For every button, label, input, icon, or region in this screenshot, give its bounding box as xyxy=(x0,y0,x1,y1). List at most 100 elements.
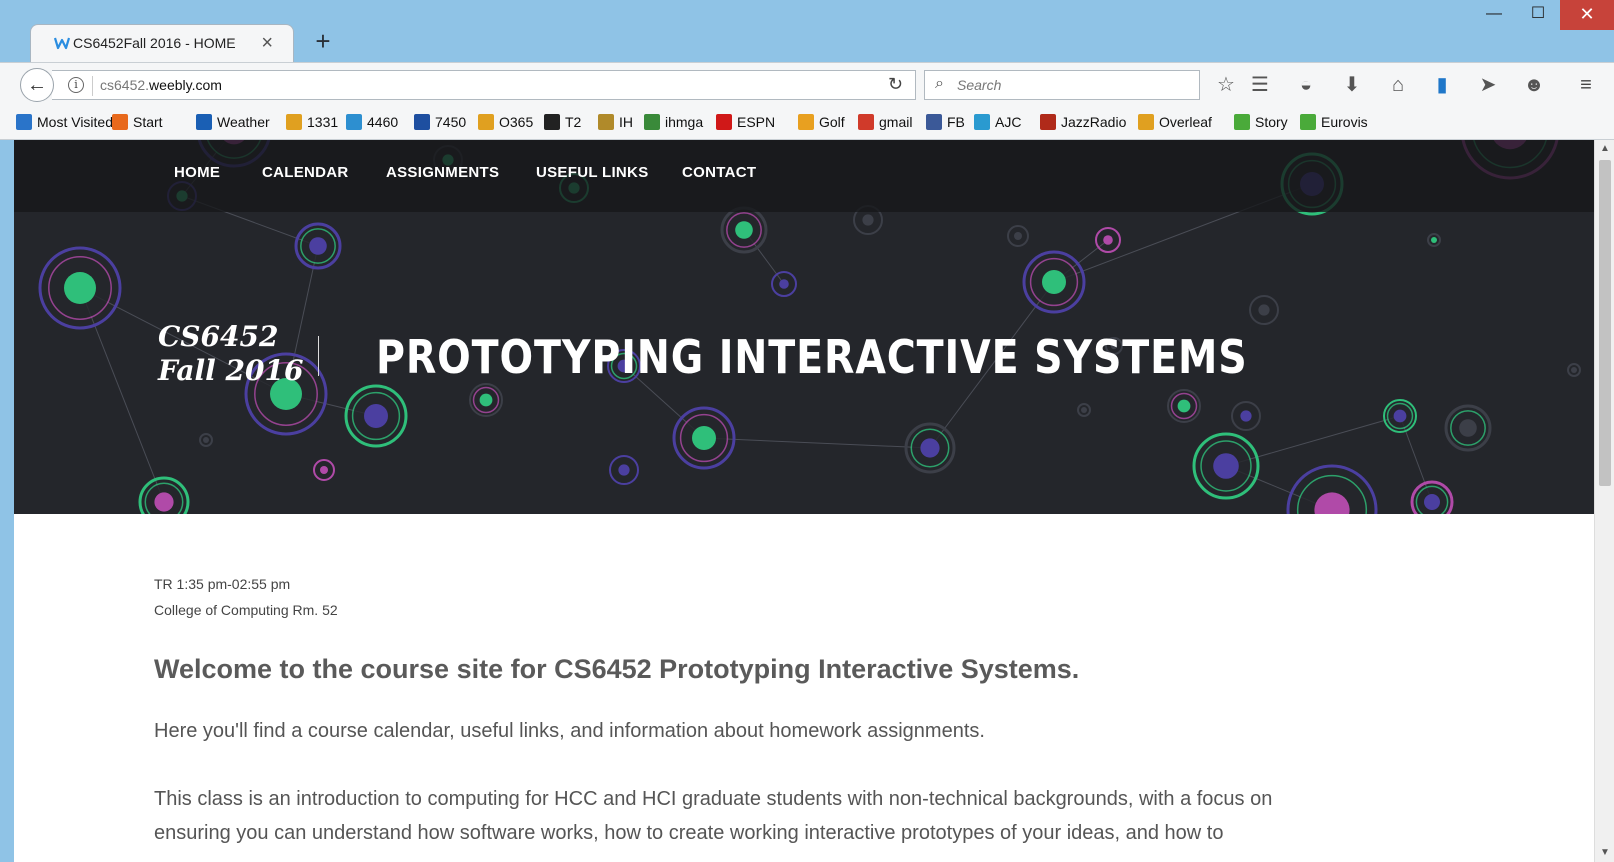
minimize-button[interactable]: — xyxy=(1472,0,1516,30)
bookmark-favicon-icon xyxy=(1040,114,1056,130)
bookmark-gmail[interactable]: gmail xyxy=(858,114,912,134)
back-arrow-icon: ← xyxy=(27,74,47,96)
reader-list-icon[interactable]: ☰ xyxy=(1246,71,1274,99)
window-frame xyxy=(0,140,14,862)
bookmark-story[interactable]: Story xyxy=(1234,114,1288,134)
bookmark-ih[interactable]: IH xyxy=(598,114,633,134)
bookmark-favicon-icon xyxy=(112,114,128,130)
network-node xyxy=(344,384,408,448)
site-info-icon[interactable]: i xyxy=(68,77,84,93)
bookmark-star-icon[interactable]: ☆ xyxy=(1212,71,1240,99)
bookmark-label: Story xyxy=(1255,114,1288,130)
nav-calendar[interactable]: CALENDAR xyxy=(262,164,349,181)
site-navigation: HOME CALENDAR ASSIGNMENTS USEFUL LINKS C… xyxy=(14,140,1594,212)
bookmark-o365[interactable]: O365 xyxy=(478,114,533,134)
logo-divider xyxy=(318,336,319,376)
welcome-heading: Welcome to the course site for CS6452 Pr… xyxy=(154,654,1080,684)
bookmark-label: O365 xyxy=(499,114,534,130)
bookmark-7450[interactable]: 7450 xyxy=(414,114,466,134)
navigation-toolbar: i cs6452.weebly.com ↻ ← ⌕ Search ☆ ☰ ◒ ⬇… xyxy=(0,62,1614,106)
home-icon[interactable]: ⌂ xyxy=(1384,71,1412,99)
bookmark-start[interactable]: Start xyxy=(112,114,163,134)
bookmark-overleaf[interactable]: Overleaf xyxy=(1138,114,1212,134)
send-icon[interactable]: ➤ xyxy=(1474,71,1502,99)
nav-home[interactable]: HOME xyxy=(174,164,220,181)
bookmark-favicon-icon xyxy=(644,114,660,130)
bookmark-golf[interactable]: Golf xyxy=(798,114,845,134)
network-node xyxy=(771,271,797,297)
network-node xyxy=(138,476,190,514)
network-node xyxy=(1007,225,1029,247)
network-node xyxy=(469,383,503,417)
url-text: cs6452.weebly.com xyxy=(100,77,222,93)
network-node xyxy=(1077,403,1091,417)
nav-assignments[interactable]: ASSIGNMENTS xyxy=(386,164,499,181)
bookmark-weather[interactable]: Weather xyxy=(196,114,270,134)
nav-contact[interactable]: CONTACT xyxy=(682,164,756,181)
bookmark-espn[interactable]: ESPN xyxy=(716,114,775,134)
network-node xyxy=(720,206,768,254)
bookmark-ajc[interactable]: AJC xyxy=(974,114,1021,134)
network-link xyxy=(79,287,165,503)
bookmark-fb[interactable]: FB xyxy=(926,114,965,134)
network-node xyxy=(609,455,639,485)
bookmark-label: Eurovis xyxy=(1321,114,1368,130)
description-paragraph-line-2: ensuring you can understand how software… xyxy=(154,822,1224,844)
scroll-up-icon[interactable]: ▲ xyxy=(1595,140,1614,158)
logo-line-1: CS6452 xyxy=(158,320,279,353)
bookmark-label: JazzRadio xyxy=(1061,114,1127,130)
close-window-button[interactable]: ✕ xyxy=(1560,0,1614,30)
bookmark-1331[interactable]: 1331 xyxy=(286,114,338,134)
scroll-thumb[interactable] xyxy=(1599,160,1611,486)
search-bar[interactable]: ⌕ Search xyxy=(924,70,1200,100)
network-node xyxy=(38,246,122,330)
site-logo[interactable]: CS6452 Fall 2016 xyxy=(158,320,303,388)
bookmark-favicon-icon xyxy=(798,114,814,130)
new-tab-button[interactable]: + xyxy=(308,26,338,56)
bookmark-ihmga[interactable]: ihmga xyxy=(644,114,703,134)
bookmark-label: Start xyxy=(133,114,163,130)
description-paragraph-line-1: This class is an introduction to computi… xyxy=(154,788,1273,810)
vertical-scrollbar[interactable]: ▲ ▼ xyxy=(1594,140,1614,862)
pocket-icon[interactable]: ◒ xyxy=(1292,71,1320,99)
bookmark-label: FB xyxy=(947,114,965,130)
bookmark-label: ESPN xyxy=(737,114,776,130)
back-button[interactable]: ← xyxy=(20,68,54,102)
bookmark-label: IH xyxy=(619,114,633,130)
page-viewport: HOME CALENDAR ASSIGNMENTS USEFUL LINKS C… xyxy=(14,140,1594,862)
maximize-button[interactable]: ☐ xyxy=(1516,0,1560,30)
bookmark-most-visited[interactable]: Most Visited xyxy=(16,114,113,134)
bookmark-favicon-icon xyxy=(16,114,32,130)
active-tab[interactable]: CS6452Fall 2016 - HOME × xyxy=(30,24,294,62)
bookmark-favicon-icon xyxy=(974,114,990,130)
network-node xyxy=(904,422,956,474)
bookmark-label: 4460 xyxy=(367,114,399,130)
bookmark-label: gmail xyxy=(879,114,913,130)
tab-title: CS6452Fall 2016 - HOME xyxy=(73,35,236,51)
network-node xyxy=(1192,432,1260,500)
scroll-down-icon[interactable]: ▼ xyxy=(1595,844,1614,862)
bookmark-eurovis[interactable]: Eurovis xyxy=(1300,114,1368,134)
emoji-icon[interactable]: ☻ xyxy=(1520,71,1548,99)
menu-icon[interactable]: ≡ xyxy=(1572,71,1600,99)
url-bar[interactable]: i cs6452.weebly.com ↻ xyxy=(52,70,916,100)
bookmark-label: AJC xyxy=(995,114,1022,130)
network-node xyxy=(1286,464,1378,514)
reload-icon[interactable]: ↻ xyxy=(888,74,903,95)
bookmark-4460[interactable]: 4460 xyxy=(346,114,398,134)
bookmark-favicon-icon xyxy=(286,114,302,130)
bookmark-jazzradio[interactable]: JazzRadio xyxy=(1040,114,1126,134)
network-link xyxy=(1225,415,1401,467)
network-node xyxy=(1444,404,1492,452)
search-icon: ⌕ xyxy=(935,75,944,92)
bookmark-t2[interactable]: T2 xyxy=(544,114,581,134)
download-icon[interactable]: ⬇ xyxy=(1338,71,1366,99)
nav-useful-links[interactable]: USEFUL LINKS xyxy=(536,164,649,181)
bookmark-favicon-icon xyxy=(926,114,942,130)
bookmark-label: Most Visited xyxy=(37,114,113,130)
bookmark-label: Golf xyxy=(819,114,845,130)
network-node xyxy=(313,459,335,481)
tab-close-icon[interactable]: × xyxy=(261,31,273,55)
database-icon[interactable]: ▮ xyxy=(1428,71,1456,99)
intro-paragraph: Here you'll find a course calendar, usef… xyxy=(154,720,985,742)
